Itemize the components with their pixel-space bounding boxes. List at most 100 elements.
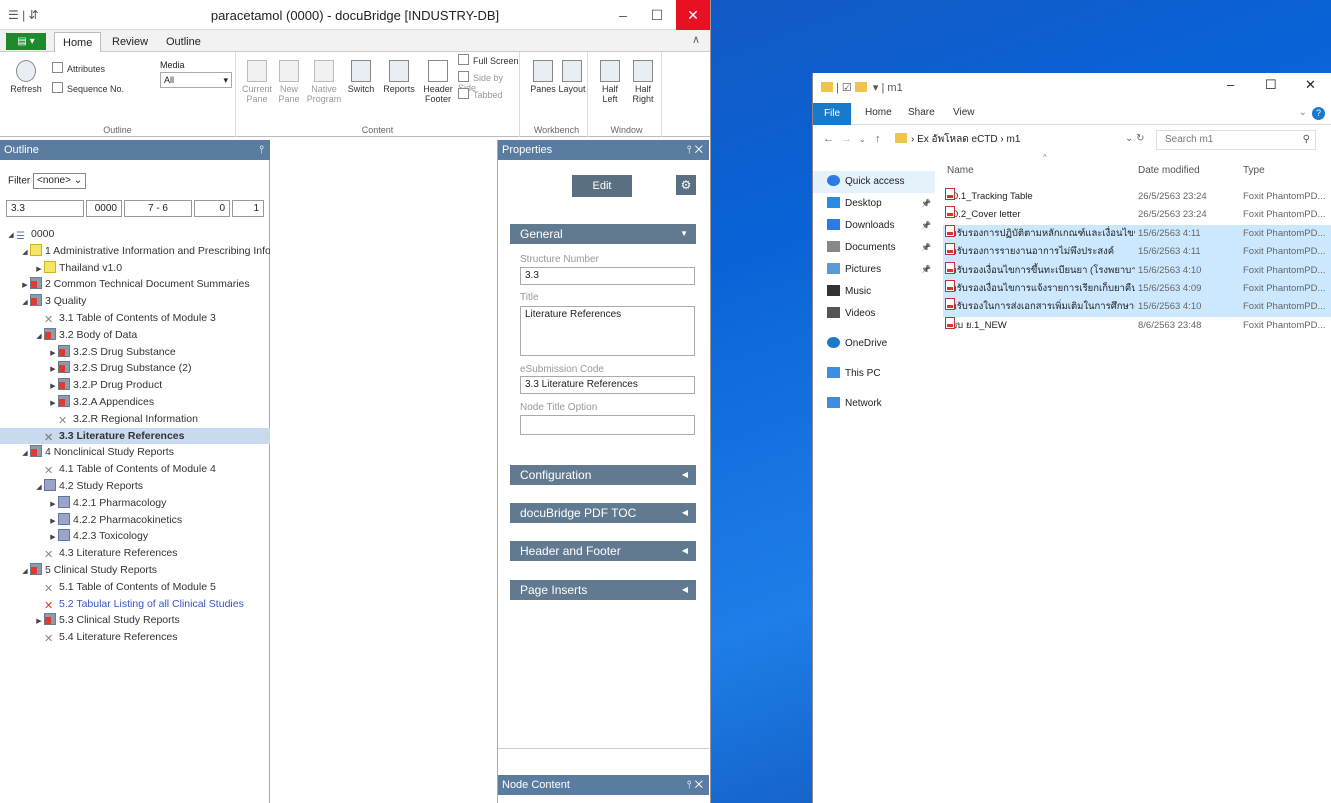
tree-node[interactable]: ◢ 3.2 Body of Data bbox=[0, 327, 270, 344]
tab-home[interactable]: Home bbox=[865, 107, 892, 118]
attributes-checkbox[interactable]: Attributes bbox=[52, 62, 105, 74]
tree-node[interactable]: ◢ 4 Nonclinical Study Reports bbox=[0, 444, 270, 461]
sidebar-item-desktop[interactable]: Desktop 📌 bbox=[813, 193, 935, 215]
chevron-down-icon[interactable]: ⌄ bbox=[1299, 107, 1307, 118]
minimize-button[interactable]: – bbox=[1227, 77, 1234, 92]
sidebar-item-cloud[interactable]: OneDrive bbox=[813, 333, 935, 355]
refresh-icon[interactable]: ⌄ ↻ bbox=[1125, 133, 1145, 144]
full-screen-button[interactable]: Full Screen bbox=[458, 54, 519, 66]
up-arrow-icon[interactable]: ↑ bbox=[875, 133, 881, 145]
panes-button[interactable]: Panes bbox=[530, 60, 556, 94]
file-row[interactable]: คำรับรองการรายงานอาการไม่พึงประสงค์ 15/6/… bbox=[943, 243, 1331, 262]
node-title-option-field[interactable] bbox=[520, 415, 695, 435]
ribbon-collapse-icon[interactable]: ∧ bbox=[692, 33, 700, 46]
tree-node[interactable]: ✕ 4.3 Literature References bbox=[0, 545, 270, 562]
structure-field[interactable]: 3.3 bbox=[6, 200, 84, 217]
search-input[interactable]: Search m1 ⚲ bbox=[1156, 130, 1316, 150]
tab-outline[interactable]: Outline bbox=[158, 32, 209, 52]
sidebar-item-pictures[interactable]: Pictures 📌 bbox=[813, 259, 935, 281]
tabbed-button[interactable]: Tabbed bbox=[458, 88, 503, 100]
half-right-button[interactable]: Half Right bbox=[628, 60, 658, 104]
tree-node[interactable]: ▶ 4.2.3 Toxicology bbox=[0, 528, 270, 545]
sequence-no-checkbox[interactable]: Sequence No. bbox=[52, 82, 124, 94]
help-icon[interactable]: ? bbox=[1312, 107, 1325, 120]
sidebar-item-music[interactable]: Music bbox=[813, 281, 935, 303]
tree-node[interactable]: ▶ 4.2.2 Pharmacokinetics bbox=[0, 512, 270, 529]
sidebar-item-network[interactable]: Network bbox=[813, 393, 935, 415]
tab-view[interactable]: View bbox=[953, 107, 975, 118]
tree-node[interactable]: ✕ 3.3 Literature References bbox=[0, 427, 270, 445]
back-arrow-icon[interactable]: ← bbox=[823, 133, 834, 145]
file-row[interactable]: คำรับรองเงื่อนไขการแจ้งรายการเรียกเก็บยา… bbox=[943, 279, 1331, 299]
maximize-button[interactable]: ☐ bbox=[1265, 77, 1277, 93]
file-row[interactable]: 1.0.1_Tracking Table 26/5/2563 23:24 Foxit… bbox=[943, 188, 1331, 206]
tree-node[interactable]: ▶ 3.2.A Appendices bbox=[0, 394, 270, 411]
tree-node[interactable]: ◢ ☰ 0000 bbox=[0, 226, 270, 243]
close-button[interactable]: ✕ bbox=[676, 0, 710, 30]
section-header-footer[interactable]: Header and Footer ◀ bbox=[510, 541, 696, 561]
close-button[interactable]: ✕ bbox=[1305, 77, 1316, 93]
section-general[interactable]: General ▼ bbox=[510, 224, 696, 244]
structure-number-field[interactable]: 3.3 bbox=[520, 267, 695, 285]
tab-home[interactable]: Home bbox=[54, 32, 102, 52]
gear-icon[interactable]: ⚙ bbox=[676, 175, 696, 195]
tree-node[interactable]: ▶ 4.2.1 Pharmacology bbox=[0, 495, 270, 512]
sidebar-item-download[interactable]: Downloads 📌 bbox=[813, 215, 935, 237]
tree-node[interactable]: ✕ 3.1 Table of Contents of Module 3 bbox=[0, 310, 270, 327]
total-field[interactable]: 1 bbox=[232, 200, 264, 217]
title-field[interactable]: Literature References bbox=[520, 306, 695, 356]
tree-node[interactable]: ▶ 3.2.P Drug Product bbox=[0, 377, 270, 394]
current-pane-button[interactable]: Current Pane bbox=[242, 60, 272, 104]
tree-node[interactable]: ✕ 4.1 Table of Contents of Module 4 bbox=[0, 461, 270, 478]
refresh-button[interactable]: Refresh bbox=[8, 60, 44, 94]
native-program-button[interactable]: Native Program bbox=[306, 60, 342, 104]
section-configuration[interactable]: Configuration ◀ bbox=[510, 465, 696, 485]
sidebar-item-star[interactable]: Quick access bbox=[813, 171, 935, 193]
file-row[interactable]: 1.0.2_Cover letter 26/5/2563 23:24 Foxit P… bbox=[943, 206, 1331, 224]
tree-node[interactable]: ◢ 1 Administrative Information and Prescr… bbox=[0, 243, 289, 260]
tree-node[interactable]: ▶ 2 Common Technical Document Summaries bbox=[0, 276, 270, 293]
file-menu-button[interactable]: ▤ ▾ bbox=[6, 33, 46, 50]
tree-node[interactable]: ◢ 4.2 Study Reports bbox=[0, 478, 270, 495]
sequence-field[interactable]: 0000 bbox=[86, 200, 122, 217]
column-name[interactable]: Name bbox=[947, 165, 974, 176]
tree-node[interactable]: ✕ 5.2 Tabular Listing of all Clinical Stu… bbox=[0, 596, 270, 613]
layout-button[interactable]: Layout bbox=[558, 60, 586, 94]
edit-button[interactable]: Edit bbox=[572, 175, 632, 197]
section-page-inserts[interactable]: Page Inserts ◀ bbox=[510, 580, 696, 600]
header-footer-button[interactable]: Header Footer bbox=[422, 60, 454, 104]
section-pdf-toc[interactable]: docuBridge PDF TOC ◀ bbox=[510, 503, 696, 523]
new-pane-button[interactable]: New Pane bbox=[276, 60, 302, 104]
sidebar-item-videos[interactable]: Videos bbox=[813, 303, 935, 325]
pin-close-icon[interactable]: ⫯ ✕ bbox=[687, 140, 703, 160]
file-row[interactable]: คำรับรองในการส่งเอกสารเพิ่มเติมในการศึกษ… bbox=[943, 298, 1331, 317]
tree-node[interactable]: ▶ 3.2.S Drug Substance (2) bbox=[0, 360, 270, 377]
sidebar-item-pc[interactable]: This PC bbox=[813, 363, 935, 385]
tab-share[interactable]: Share bbox=[908, 107, 935, 118]
reports-button[interactable]: Reports bbox=[382, 60, 416, 94]
recent-chevron-icon[interactable]: ⌄ bbox=[859, 135, 866, 144]
tab-review[interactable]: Review bbox=[104, 32, 156, 52]
tab-file[interactable]: File bbox=[813, 103, 851, 125]
file-row[interactable]: คำรับรองการปฏิบัติตามหลักเกณฑ์และเงื่อนไ… bbox=[943, 224, 1331, 244]
tree-node[interactable]: ✕ 3.2.R Regional Information bbox=[0, 411, 270, 428]
version-field[interactable]: 7 - 6 bbox=[124, 200, 192, 217]
tree-node[interactable]: ✕ 5.1 Table of Contents of Module 5 bbox=[0, 579, 270, 596]
tree-node[interactable]: ◢ 3 Quality bbox=[0, 293, 270, 310]
tree-node[interactable]: ◢ 5 Clinical Study Reports bbox=[0, 562, 270, 579]
explorer-quick-access[interactable]: | ☑ ▾ | m1 bbox=[821, 81, 903, 94]
pin-close-icon[interactable]: ⫯ ✕ bbox=[687, 775, 703, 795]
filter-select[interactable]: <none> ⌄ bbox=[33, 173, 87, 189]
minimize-button[interactable]: – bbox=[606, 0, 640, 30]
sidebar-item-documents[interactable]: Documents 📌 bbox=[813, 237, 935, 259]
address-path[interactable]: › Ex อัพโหลด eCTD › m1 bbox=[895, 130, 1115, 150]
esubmission-code-field[interactable]: 3.3 Literature References bbox=[520, 376, 695, 394]
pin-icon[interactable]: ⫯ bbox=[259, 140, 264, 160]
half-left-button[interactable]: Half Left bbox=[596, 60, 624, 104]
tree-node[interactable]: ▶ 3.2.S Drug Substance bbox=[0, 344, 270, 361]
file-row[interactable]: คำรับรองเงื่อนไขการขึ้นทะเบียนยา (โรงพยา… bbox=[943, 261, 1331, 280]
column-date-modified[interactable]: Date modified bbox=[1138, 165, 1200, 176]
tree-node[interactable]: ▶ 5.3 Clinical Study Reports bbox=[0, 612, 270, 629]
column-type[interactable]: Type bbox=[1243, 165, 1265, 176]
maximize-button[interactable]: ☐ bbox=[640, 0, 674, 30]
